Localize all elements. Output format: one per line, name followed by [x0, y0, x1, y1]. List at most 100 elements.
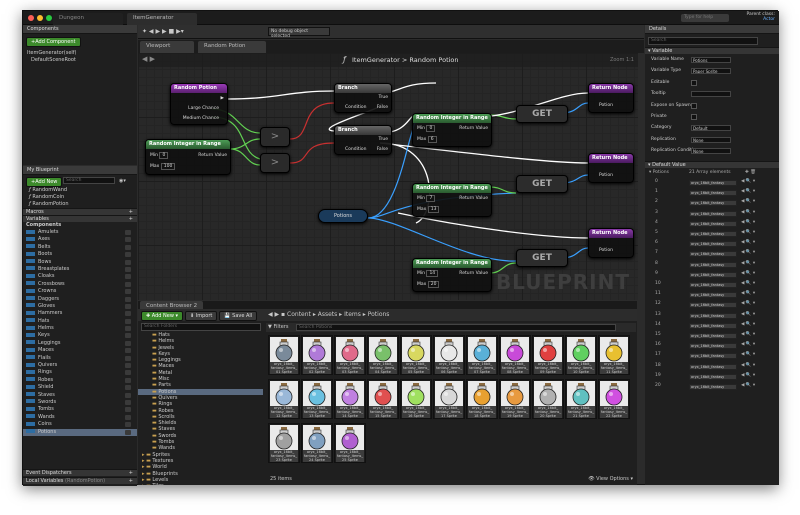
array-element-value[interactable]: oryx_16bit_fantasy — [689, 373, 737, 380]
path-potions[interactable]: Potions — [368, 311, 390, 318]
local-variables-section[interactable]: Local Variables (RandomPotion) + — [23, 477, 137, 484]
visibility-eye-icon[interactable] — [125, 326, 131, 332]
asset-thumbnail[interactable]: oryx_16bit_ fantasy_items_ 04 Sprite — [367, 335, 399, 375]
asset-thumbnail[interactable]: oryx_16bit_ fantasy_items_ 22 Sprite — [598, 379, 630, 419]
visibility-eye-icon[interactable] — [125, 385, 131, 391]
property-checkbox[interactable] — [691, 79, 697, 86]
macros-section[interactable]: Macros + — [23, 208, 137, 215]
visibility-eye-icon[interactable] — [125, 252, 131, 258]
compare-node[interactable]: > — [260, 153, 290, 173]
array-element-value[interactable]: oryx_16bit_fantasy — [689, 231, 737, 237]
array-element-icons[interactable]: ◀ 🔍 ▾ — [741, 220, 755, 225]
visibility-eye-icon[interactable] — [125, 296, 131, 302]
potion-pin[interactable]: Potion — [599, 173, 613, 178]
minimize-icon[interactable] — [37, 15, 43, 21]
array-element-icons[interactable]: ◀ 🔍 ▾ — [741, 342, 755, 347]
random-integer-node[interactable]: Random Integer in Range Min 7 Max 13 Ret… — [412, 183, 492, 217]
property-value-field[interactable] — [691, 91, 731, 98]
variable-item[interactable]: Crossbows — [23, 281, 137, 288]
variable-item[interactable]: Wands — [23, 414, 137, 421]
asset-thumbnail[interactable]: oryx_16bit_ fantasy_items_ 15 Sprite — [367, 379, 399, 419]
visibility-eye-icon[interactable] — [125, 281, 131, 287]
variable-item[interactable]: Belts — [23, 244, 137, 251]
tab-random-potion[interactable]: Random Potion — [198, 41, 266, 53]
variable-item[interactable]: Potions — [23, 428, 137, 436]
get-array-node[interactable]: GET — [516, 105, 568, 123]
visibility-eye-icon[interactable] — [125, 259, 131, 265]
random-integer-node[interactable]: Random Integer in Range Min 14 Max 20 Re… — [412, 258, 492, 292]
visibility-eye-icon[interactable] — [125, 266, 131, 272]
array-element-value[interactable]: oryx_16bit_fantasy — [689, 282, 737, 288]
max-pin[interactable]: Max 6 — [417, 136, 437, 143]
max-pin[interactable]: Max 20 — [417, 281, 440, 288]
default-value-section[interactable]: ▾ Default Value — [645, 161, 779, 168]
visibility-eye-icon[interactable] — [125, 237, 131, 243]
visibility-eye-icon[interactable] — [125, 422, 131, 428]
asset-thumbnail[interactable]: oryx_16bit_ fantasy_items_ 21 Sprite — [565, 379, 597, 419]
asset-thumbnail[interactable]: oryx_16bit_ fantasy_items_ 12 Sprite — [268, 379, 300, 419]
visibility-eye-icon[interactable] — [125, 399, 131, 405]
exec-out-pin[interactable]: ▶ — [221, 96, 224, 101]
max-value[interactable]: 100 — [160, 163, 176, 170]
asset-thumbnail[interactable]: oryx_16bit_ fantasy_items_ 02 Sprite — [301, 335, 333, 375]
visibility-eye-icon[interactable] — [125, 377, 131, 383]
property-checkbox[interactable] — [691, 102, 697, 109]
asset-thumbnail[interactable]: oryx_16bit_ fantasy_items_ 06 Sprite — [433, 335, 465, 375]
path-assets[interactable]: Assets — [318, 311, 338, 318]
array-element-value[interactable]: oryx_16bit_fantasy — [689, 343, 737, 350]
visibility-eye-icon[interactable] — [125, 429, 131, 435]
tab-dungeon[interactable]: Dungeon — [53, 13, 123, 25]
asset-thumbnail[interactable]: oryx_16bit_ fantasy_items_ 23 Sprite — [268, 423, 300, 463]
max-pin[interactable]: Max 100 — [150, 163, 176, 170]
asset-thumbnail[interactable]: oryx_16bit_ fantasy_items_ 19 Sprite — [499, 379, 531, 419]
path-content[interactable]: Content — [287, 311, 311, 318]
visibility-eye-icon[interactable] — [125, 348, 131, 354]
asset-thumbnail[interactable]: oryx_16bit_ fantasy_items_ 17 Sprite — [433, 379, 465, 419]
condition-pin[interactable]: Condition — [345, 105, 366, 110]
get-array-node[interactable]: GET — [516, 249, 568, 267]
blueprint-search-input[interactable]: Search — [63, 177, 115, 184]
tab-viewport[interactable]: Viewport — [140, 41, 194, 53]
variable-item[interactable]: Swords — [23, 399, 137, 406]
asset-thumbnail[interactable]: oryx_16bit_ fantasy_items_ 05 Sprite — [400, 335, 432, 375]
return-node[interactable]: Return Node Potion — [588, 228, 634, 258]
property-value-field[interactable]: None — [691, 148, 731, 155]
array-element-icons[interactable]: ◀ 🔍 ▾ — [741, 210, 755, 215]
asset-thumbnail[interactable]: oryx_16bit_ fantasy_items_ 03 Sprite — [334, 335, 366, 375]
array-element-value[interactable]: oryx_16bit_fantasy — [689, 200, 737, 207]
debug-object-select[interactable]: No debug object selected — [268, 27, 330, 39]
variable-item[interactable]: Flails — [23, 355, 137, 362]
potion-pin[interactable]: Potion — [599, 248, 613, 253]
return-value-pin[interactable]: Return Value — [459, 271, 488, 276]
return-value-pin[interactable]: Return Value — [459, 196, 488, 201]
asset-thumbnail[interactable]: oryx_16bit_ fantasy_items_ 08 Sprite — [499, 335, 531, 375]
details-search-input[interactable]: Search — [648, 37, 758, 45]
variable-item[interactable]: Amulets — [23, 229, 137, 236]
min-value[interactable]: 0 — [426, 125, 436, 132]
array-element-icons[interactable]: ◀ 🔍 ▾ — [741, 363, 755, 368]
false-pin[interactable]: False — [377, 105, 388, 110]
variable-item[interactable]: Breastplates — [23, 266, 137, 273]
min-pin[interactable]: Min 7 — [417, 195, 436, 202]
variable-item[interactable]: Bows — [23, 259, 137, 266]
array-element-value[interactable]: oryx_16bit_fantasy — [689, 384, 737, 390]
asset-thumbnail[interactable]: oryx_16bit_ fantasy_items_ 10 Sprite — [565, 335, 597, 375]
array-element-value[interactable]: oryx_16bit_fantasy — [689, 292, 737, 299]
variable-item[interactable]: Hats — [23, 318, 137, 325]
array-element-value[interactable]: oryx_16bit_fantasy — [689, 353, 737, 360]
visibility-eye-icon[interactable] — [125, 355, 131, 361]
visibility-eye-icon[interactable] — [125, 392, 131, 398]
random-integer-node[interactable]: Random Integer in Range Min 0 Max 6 Retu… — [412, 113, 492, 147]
array-element-icons[interactable]: ◀ 🔍 ▾ — [741, 261, 755, 266]
asset-search-input[interactable]: Search Potions — [296, 324, 616, 331]
view-options-button[interactable]: 👁 View Options ▾ — [588, 476, 633, 482]
visibility-eye-icon[interactable] — [125, 318, 131, 324]
array-element-value[interactable]: oryx_16bit_fantasy — [689, 261, 737, 268]
visibility-eye-icon[interactable] — [125, 274, 131, 280]
min-value[interactable]: 0 — [159, 152, 169, 159]
array-element-icons[interactable]: ◀ 🔍 ▾ — [741, 250, 755, 255]
visibility-eye-icon[interactable] — [125, 244, 131, 250]
variable-item[interactable]: Tombs — [23, 406, 137, 413]
property-value-field[interactable]: Potions — [691, 57, 731, 63]
array-element-value[interactable]: oryx_16bit_fantasy — [689, 210, 737, 217]
